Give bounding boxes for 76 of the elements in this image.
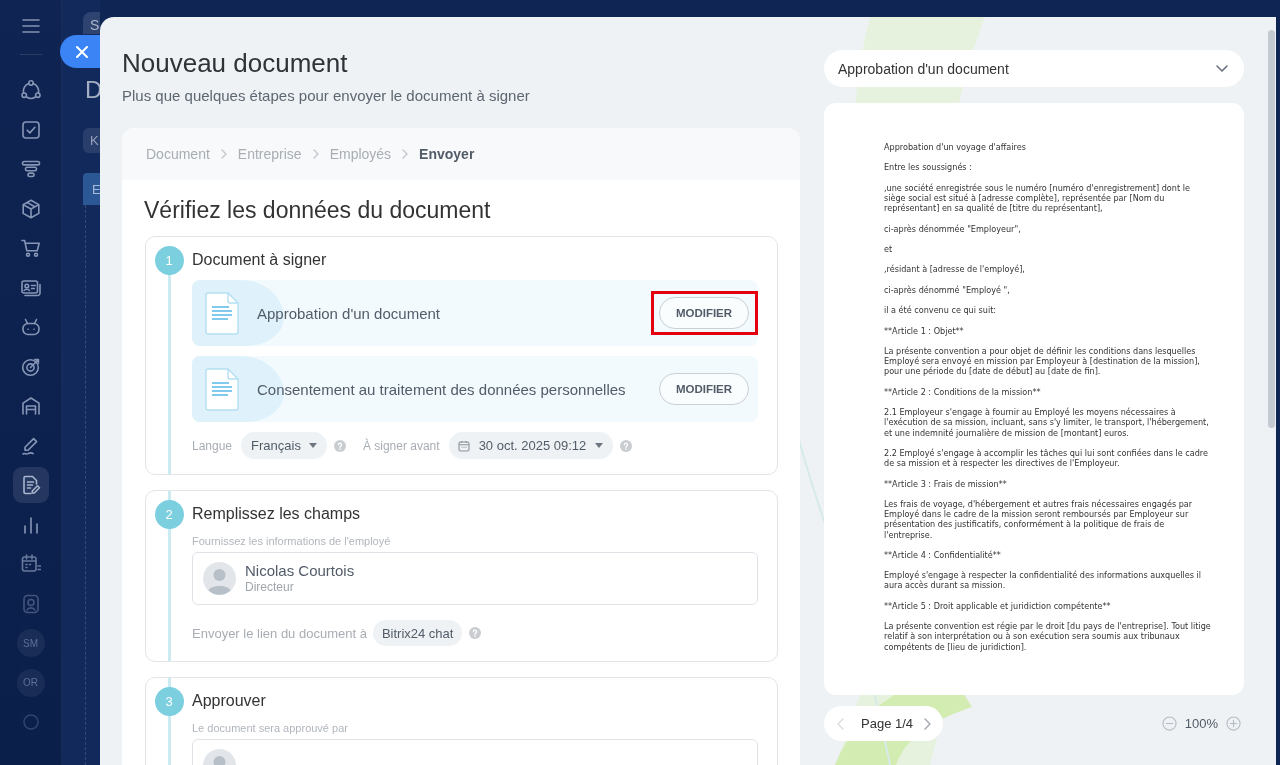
document-paragraph: **Article 2 : Conditions de la mission**: [884, 386, 1042, 397]
close-button[interactable]: [60, 35, 100, 68]
panel-subtitle: Plus que quelques étapes pour envoyer le document à signer: [122, 86, 531, 106]
document-paragraph: Entre les soussignés :: [884, 162, 973, 173]
step-number: 1: [154, 246, 184, 275]
circle-icon: [20, 712, 41, 732]
document-paragraph: ci-après dénommée "Employeur",: [884, 223, 1022, 234]
document-paragraph: Approbation d'un voyage d'affaires: [884, 142, 1027, 153]
template-dropdown[interactable]: Approbation d'un document: [824, 50, 1244, 87]
checkbox-icon: [20, 119, 41, 140]
document-paragraph: Les frais de voyage, d'hébergement et autres frais nécessaires engagés par Employé dans le cadre de la mission seront remboursés par Employeur sur présentation des justificatifs, conformément à la politique de frais de l'entreprise.: [884, 498, 1194, 540]
warehouse-icon: [20, 396, 41, 416]
document-paragraph: et: [884, 243, 894, 255]
document-paragraph: **Article 5 : Droit applicable et juridiction compétente**: [884, 600, 1112, 612]
chevron-right-icon: [220, 149, 227, 159]
step-title: Remplissez les champs: [192, 504, 362, 524]
panel-title: Nouveau document: [122, 47, 349, 79]
target-icon: [20, 356, 41, 377]
modify-button[interactable]: MODIFIER: [659, 297, 749, 329]
step-number: 3: [154, 687, 184, 716]
nodes-icon: [20, 80, 41, 100]
funnel-icon: [20, 159, 41, 179]
tab[interactable]: E: [83, 173, 100, 205]
close-icon: [75, 45, 88, 58]
caret-icon: [308, 443, 317, 448]
cart-icon: [20, 238, 41, 258]
id-card-icon: [20, 277, 41, 298]
caret-icon: [595, 443, 604, 448]
document-name: Approbation d'un document: [257, 304, 441, 322]
page-indicator: Page 1/4: [861, 716, 914, 731]
document-paragraph: 2.1 Employeur s'engage à fournir au Employé les moyens nécessaires à l'exécution de sa mission, incluant, sans s'y limiter, le transport, l'hébergement, et une indemnité journalière de mission de [montant] euros.: [884, 407, 1210, 438]
toolbar-button[interactable]: K: [83, 128, 100, 153]
step-title: Approuver: [192, 691, 267, 711]
document-paragraph: La présente convention est régie par le droit [du pays de l'entreprise]. Tout litige relatif à son interprétation ou à son exécution sera soumis aux tribunaux compétents de [lieu de juridiction].: [884, 621, 1212, 652]
send-link-label: Envoyer le lien du document à: [192, 625, 367, 641]
channel-selector[interactable]: Bitrix24 chat: [372, 620, 463, 646]
sidebar-button[interactable]: [12, 467, 49, 503]
document-paragraph: ci-après dénommé "Employé ",: [884, 284, 1011, 295]
document-paragraph: **Article 3 : Frais de mission**: [884, 478, 1008, 489]
document-paragraph: ,résidant à [adresse de l'employé],: [884, 264, 1026, 275]
contact-icon: [20, 593, 41, 614]
chevron-right-icon: [402, 149, 409, 159]
document-paragraph: La présente convention a pour objet de définir les conditions dans lesquelles Employé sera envoyé en mission par Employeur à [destination de la mission], pour une période du [date de début] au [date de fin].: [884, 345, 1201, 377]
field-hint: Le document sera approuvé par: [192, 721, 349, 735]
language-dropdown[interactable]: Français: [241, 432, 327, 459]
menu-icon: [21, 19, 40, 33]
breadcrumb-step[interactable]: Envoyer: [419, 146, 475, 162]
chevron-down-icon: [1216, 65, 1228, 72]
modify-button[interactable]: MODIFIER: [659, 373, 749, 405]
chevron-right-icon: [312, 149, 319, 159]
document-paragraph: Employé s'engage à respecter la confidentialité des informations auxquelles il aura accès durant sa mission.: [884, 570, 1203, 591]
person-field[interactable]: Nicolas Courtois Directeur: [192, 552, 758, 605]
zoom-level: 100%: [1184, 716, 1218, 731]
step-number: 2: [154, 500, 184, 529]
document-paragraph: ,une société enregistrée sous le numéro [numéro d'enregistrement] dont le siège social est situé à [adresse complète], représentée par [Nom du représentant] en sa qualité de [titre du représentant],: [884, 182, 1191, 214]
document-icon: [205, 291, 239, 335]
field-hint: Fournissez les informations de l'employé: [192, 534, 392, 548]
chevron-right-icon[interactable]: [924, 717, 932, 730]
step-title: Document à signer: [192, 250, 328, 270]
document-edit-icon: [20, 475, 41, 495]
document-name: Consentement au traitement des données personnelles: [257, 380, 627, 398]
user-avatar-icon: [203, 562, 236, 595]
document-paragraph: 2.2 Employé s'engage à accomplir les tâches qui lui sont confiées dans le cadre de sa mission et à respecter les directives de l'Employeur.: [884, 447, 1209, 469]
calendar-icon: [20, 554, 41, 574]
section-heading: Vérifiez les données du document: [144, 196, 492, 224]
document-paragraph: il a été convenu ce qui suit:: [884, 305, 998, 316]
robot-icon: [20, 317, 41, 337]
document-icon: [205, 367, 239, 411]
calendar-icon: [457, 439, 470, 452]
deadline-label: À signer avant: [362, 438, 440, 453]
language-label: Langue: [192, 438, 233, 453]
date-picker[interactable]: 30 oct. 2025 09:12: [448, 432, 614, 459]
document-paragraph: **Article 4 : Confidentialité**: [884, 549, 1002, 561]
document-paragraph: **Article 1 : Objet**: [884, 325, 965, 336]
cube-icon: [20, 198, 41, 219]
scrollbar-thumb[interactable]: [1268, 30, 1275, 428]
